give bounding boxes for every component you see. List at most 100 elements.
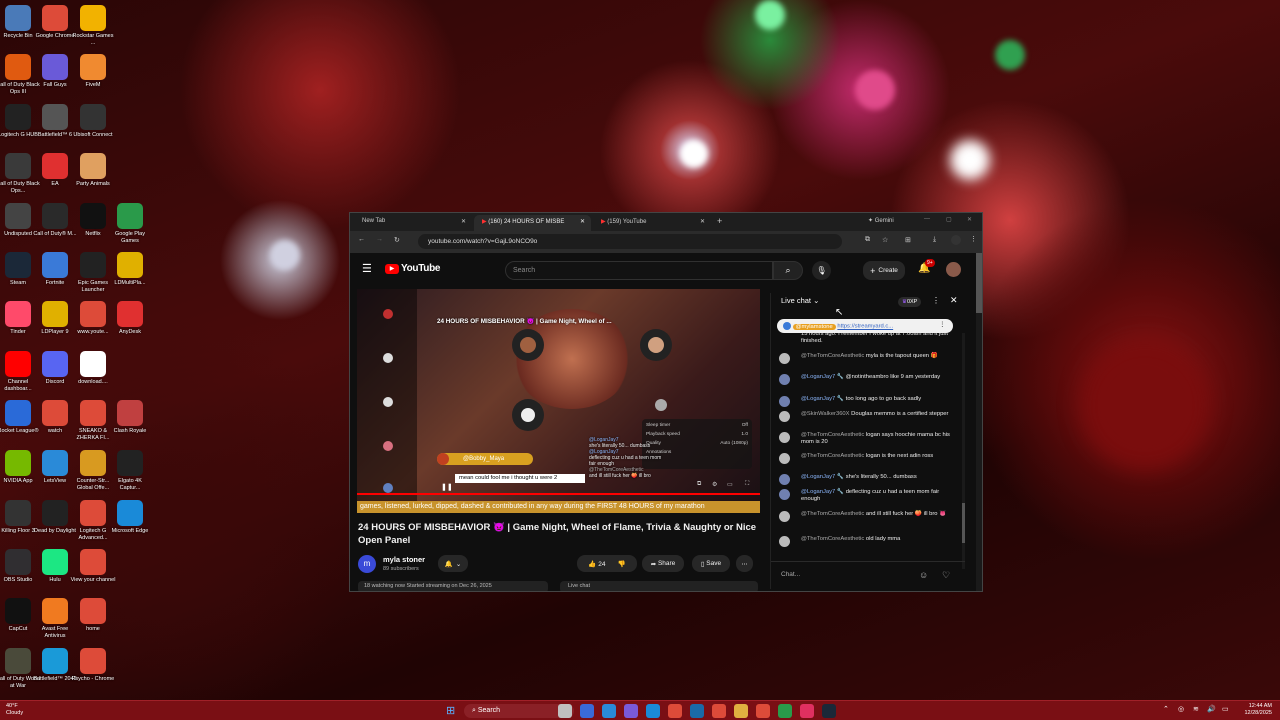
more-actions-button[interactable]: ⋯: [736, 555, 753, 572]
tab-youtube[interactable]: ▶ (159) YouTube ✕: [593, 215, 711, 231]
close-icon[interactable]: ✕: [580, 218, 585, 225]
back-icon[interactable]: ←: [358, 236, 365, 243]
share-button[interactable]: ➦ Share: [642, 555, 684, 572]
close-chat-icon[interactable]: ✕: [950, 295, 958, 306]
clock[interactable]: 12:44 AM 12/28/2025: [1236, 703, 1272, 717]
channel-avatar[interactable]: m: [358, 555, 376, 573]
desktop-icon[interactable]: View your channel: [70, 549, 116, 584]
tab-video[interactable]: ▶ (160) 24 HOURS OF MISBE ✕: [474, 215, 591, 231]
chat-message[interactable]: @TheTomCoreAesthetic logan says hoochie …: [779, 432, 955, 446]
edge-icon[interactable]: [602, 704, 616, 718]
emoji-icon[interactable]: ☺: [919, 570, 928, 580]
minimize-icon[interactable]: —: [924, 216, 930, 222]
chat-menu-icon[interactable]: ⋮: [932, 296, 940, 305]
widgets-icon[interactable]: [558, 704, 572, 718]
chat-message[interactable]: @TheTomCoreAesthetic old lady mma: [779, 536, 955, 547]
battery-icon[interactable]: ▭: [1222, 705, 1229, 713]
tab-new-tab[interactable]: New Tab ✕: [354, 215, 472, 231]
desktop-icon[interactable]: Ubisoft Connect: [70, 104, 116, 139]
pinned-menu-icon[interactable]: ⋮: [939, 322, 945, 328]
chat-message[interactable]: @TheTomCoreAesthetic logan is the next a…: [779, 453, 955, 464]
chat-author[interactable]: @TheTomCoreAesthetic: [801, 511, 864, 517]
chevron-up-icon[interactable]: ⌃: [1163, 705, 1169, 713]
downloads-icon[interactable]: ⤓: [933, 236, 936, 244]
install-icon[interactable]: ⧉: [865, 236, 870, 244]
heart-icon[interactable]: ♡: [942, 570, 950, 581]
close-icon[interactable]: ✕: [700, 218, 705, 225]
maximize-icon[interactable]: ▢: [946, 216, 952, 223]
youtube-logo[interactable]: ▶ YouTube: [385, 263, 441, 274]
desktop-icon[interactable]: Rockstar Games ...: [70, 5, 116, 46]
desktop-icon[interactable]: Party Animals: [70, 153, 116, 188]
chat-author[interactable]: @LoganJay7 🔧: [801, 374, 844, 380]
desktop-icon[interactable]: Elgato 4K Captur...: [107, 450, 153, 491]
channel-name[interactable]: myla stoner: [383, 555, 425, 564]
teams-icon[interactable]: [624, 704, 638, 718]
chat-scrollbar-thumb[interactable]: [962, 503, 965, 543]
new-tab-icon[interactable]: +: [717, 216, 722, 226]
chat-author[interactable]: @LoganJay7 🔧: [801, 396, 844, 402]
forward-icon[interactable]: →: [376, 236, 383, 243]
chrome-icon[interactable]: [668, 704, 682, 718]
chrome-icon[interactable]: [712, 704, 726, 718]
voice-search-button[interactable]: 🎙: [812, 261, 831, 280]
chrome-icon[interactable]: [756, 704, 770, 718]
weather-widget[interactable]: 40°F Cloudy: [6, 703, 23, 717]
chat-scrollbar[interactable]: [962, 333, 965, 569]
menu-dots-icon[interactable]: ⋮: [970, 235, 977, 243]
subscription-bell-button[interactable]: 🔔 ⌄: [438, 555, 468, 572]
account-avatar[interactable]: [946, 262, 961, 277]
page-scrollbar[interactable]: [976, 253, 982, 591]
wifi-icon[interactable]: ≋: [1193, 705, 1199, 713]
desktop-icon[interactable]: home: [70, 598, 116, 633]
chat-message[interactable]: @LoganJay7 🔧 @notintheambro like 9 am ye…: [779, 374, 955, 385]
xbox-icon[interactable]: [778, 704, 792, 718]
pinned-link[interactable]: https://streamyard.c...: [837, 324, 893, 330]
page-scrollbar-thumb[interactable]: [976, 253, 982, 313]
progress-bar[interactable]: [357, 493, 760, 495]
desktop-icon[interactable]: Clash Royale: [107, 400, 153, 435]
chat-author[interactable]: @LoganJay7 🔧: [801, 489, 844, 495]
desktop-icon[interactable]: download....: [70, 351, 116, 386]
desktop-icon[interactable]: AnyDesk: [107, 301, 153, 336]
windows-start-icon[interactable]: ⊞: [446, 704, 455, 717]
like-button[interactable]: 👍 24: [588, 560, 605, 568]
settings-gear-icon[interactable]: ⚙: [712, 481, 717, 488]
profile-avatar[interactable]: [951, 235, 961, 245]
chat-author[interactable]: @LoganJay7 🔧: [801, 474, 844, 480]
chat-message[interactable]: @LoganJay7 🔧 she's literally 50... dumba…: [779, 474, 955, 485]
bookmark-star-icon[interactable]: ☆: [882, 236, 888, 244]
network-icon[interactable]: ◎: [1178, 705, 1184, 713]
theater-mode-icon[interactable]: ▭: [727, 481, 733, 488]
file-explorer-icon[interactable]: [580, 704, 594, 718]
fullscreen-icon[interactable]: ⛶: [745, 481, 749, 488]
chat-author[interactable]: @TheTomCoreAesthetic: [801, 432, 864, 438]
url-field[interactable]: youtube.com/watch?v=GajL9oNCO9o: [418, 234, 842, 249]
settings-row[interactable]: Sleep timer Off: [646, 423, 748, 428]
music-icon[interactable]: [800, 704, 814, 718]
xp-badge[interactable]: ♛0XP: [898, 297, 922, 307]
outlook-icon[interactable]: [690, 704, 704, 718]
search-button[interactable]: ⌕: [773, 261, 803, 280]
volume-icon[interactable]: 🔊: [1207, 705, 1216, 713]
stream-info[interactable]: 18 watching now Started streaming on Dec…: [358, 581, 548, 591]
chat-message[interactable]: @SkinWalker360X Douglas memmo is a certi…: [779, 411, 955, 422]
chat-author[interactable]: @TheTomCoreAesthetic: [801, 536, 864, 542]
extensions-icon[interactable]: ⊞: [905, 236, 911, 244]
chat-message[interactable]: 15 hours ago. I remember I woke up at 7:…: [779, 331, 955, 345]
desktop-icon[interactable]: FiveM: [70, 54, 116, 89]
desktop-icon[interactable]: Microsoft Edge: [107, 500, 153, 535]
desktop-icon[interactable]: Psycho - Chrome: [70, 648, 116, 683]
chat-message[interactable]: @LoganJay7 🔧 too long ago to go back sad…: [779, 396, 955, 407]
chat-message[interactable]: @TheTomCoreAesthetic and ill still fuck …: [779, 511, 955, 522]
dislike-icon[interactable]: 👎: [618, 560, 626, 568]
steam-icon[interactable]: [822, 704, 836, 718]
video-player[interactable]: 24 HOURS OF MISBEHAVIOR 😈 | Game Night, …: [357, 289, 760, 501]
close-window-icon[interactable]: ✕: [967, 216, 972, 223]
create-button[interactable]: + Create: [863, 261, 905, 280]
folder-icon[interactable]: [734, 704, 748, 718]
live-chat-replay-toggle[interactable]: Live chat: [560, 581, 758, 591]
chat-author[interactable]: @TheTomCoreAesthetic: [801, 453, 864, 459]
desktop-icon[interactable]: LDMultiPla...: [107, 252, 153, 287]
chat-message[interactable]: @LoganJay7 🔧 deflecting cuz u had a teen…: [779, 489, 955, 503]
